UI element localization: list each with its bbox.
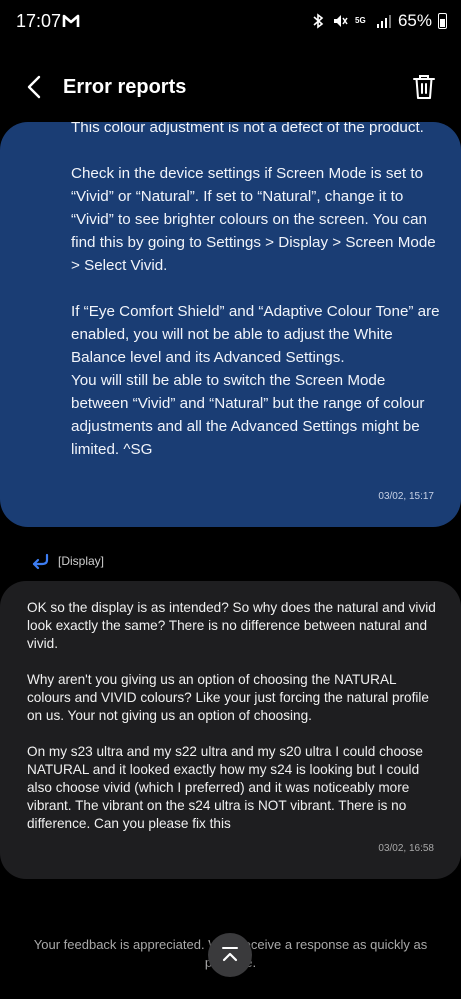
bluetooth-icon (313, 13, 324, 29)
5g-icon: 5G (355, 16, 366, 25)
trash-icon[interactable] (411, 73, 437, 101)
app-header: Error reports (0, 60, 461, 114)
mute-icon (333, 15, 348, 27)
battery-percent: 65% (397, 11, 432, 30)
svg-text:5G: 5G (355, 16, 366, 25)
user-message-text: OK so the display is as intended? So why… (27, 600, 436, 831)
battery-icon (438, 13, 447, 29)
user-message-bubble: OK so the display is as intended? So why… (0, 581, 461, 879)
support-reply-text: This colour adjustment is not a defect o… (71, 122, 440, 458)
status-bar: 17:07 5G 65% (0, 0, 461, 44)
gmail-icon (62, 14, 80, 27)
status-icons: 5G 65% (310, 11, 447, 31)
user-message-timestamp: 03/02, 16:58 (378, 843, 434, 854)
support-reply-bubble: This colour adjustment is not a defect o… (0, 122, 461, 527)
reply-arrow-icon (32, 553, 49, 570)
category-tag: [Display] (30, 552, 104, 570)
back-arrow-icon[interactable] (22, 74, 48, 100)
scroll-to-top-button[interactable] (208, 933, 252, 977)
category-label: [Display] (58, 554, 105, 568)
support-reply-timestamp: 03/02, 15:17 (378, 491, 434, 502)
chevron-up-icon (222, 947, 238, 962)
status-time: 17:07 (16, 11, 62, 31)
page-title: Error reports (63, 76, 187, 98)
signal-icon (376, 15, 391, 28)
